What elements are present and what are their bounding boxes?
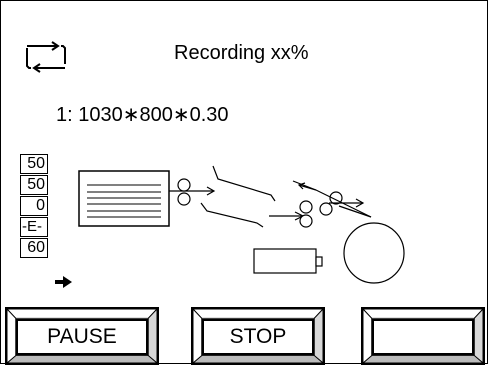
battery-icon — [253, 248, 323, 274]
recording-screen: Recording xx% 1: 1030∗800∗0.30 50 50 0 -… — [0, 0, 488, 365]
circle-drum-icon — [343, 222, 405, 284]
recording-status: Recording xx% — [174, 42, 309, 64]
paper-stack-icon — [78, 170, 170, 227]
pause-button-label: PAUSE — [16, 319, 148, 355]
blank-button-label — [372, 319, 474, 355]
stop-button-label: STOP — [202, 319, 314, 355]
mechanism-diagram — [78, 165, 405, 284]
counter-5: 60 — [20, 238, 48, 258]
roller-pair-icon — [177, 178, 191, 206]
counter-3: 0 — [20, 196, 48, 216]
counter-1: 50 — [20, 154, 48, 174]
counter-error: -E- — [20, 217, 48, 237]
counter-2: 50 — [20, 175, 48, 195]
sync-arrows-icon[interactable] — [21, 40, 75, 74]
blank-button[interactable] — [361, 307, 485, 365]
job-parameters: 1: 1030∗800∗0.30 — [56, 104, 229, 126]
stop-button[interactable]: STOP — [191, 307, 325, 365]
pause-button[interactable]: PAUSE — [5, 307, 159, 365]
